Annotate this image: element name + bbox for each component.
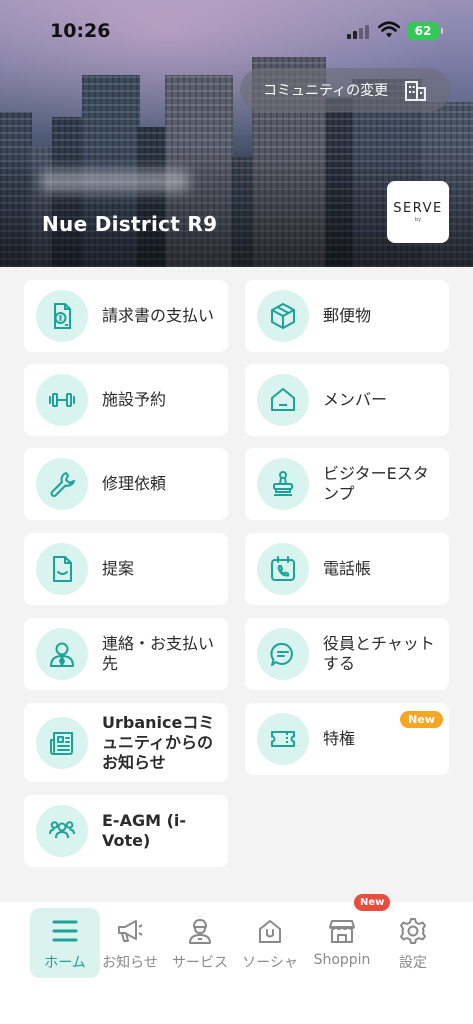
nav-label: Shoppin — [313, 952, 371, 968]
nav-announcements[interactable]: お知らせ — [95, 908, 165, 978]
nav-shopping[interactable]: Shoppin — [307, 908, 377, 978]
site-name: Nue District R9 — [42, 212, 218, 236]
menu-item-label: E-AGM (i-Vote) — [102, 811, 187, 850]
change-community-button[interactable]: コミュニティの変更 — [240, 68, 450, 112]
logo-text: SERVE — [393, 201, 443, 216]
nav-services[interactable]: サービス — [165, 908, 235, 978]
newspaper-icon — [36, 716, 88, 769]
logo-subtext: by — [414, 217, 422, 223]
menu-item-chat-officers[interactable]: 役員とチャットする — [245, 618, 449, 690]
megaphone-icon — [116, 916, 144, 946]
header-hero: 10:26 62 コミュニティの変更 Nue District R9 SERVE… — [0, 0, 473, 267]
menu-item-community-news[interactable]: Urbaniceコミュニティからのお知らせ — [24, 703, 228, 782]
serve-logo: SERVE by — [387, 181, 449, 243]
suggestion-icon — [36, 543, 88, 595]
nav-social[interactable]: ソーシャ — [235, 908, 305, 978]
menu-item-label: 施設予約 — [102, 390, 167, 409]
menu-item-bill-payment[interactable]: 請求書の支払い — [24, 280, 228, 352]
bill-icon — [36, 290, 88, 342]
menu-item-parcels[interactable]: 郵便物 — [245, 280, 449, 352]
menu-item-label: 特権 — [323, 729, 356, 748]
battery-indicator: 62 — [407, 22, 443, 40]
nav-label: ホーム — [44, 955, 86, 971]
menu-item-facility-booking[interactable]: 施設予約 — [24, 364, 228, 436]
cellular-signal-icon — [347, 25, 371, 39]
home-icon — [257, 374, 309, 426]
social-house-icon — [256, 916, 284, 946]
nav-label: サービス — [172, 955, 228, 971]
menu-item-label: 連絡・お支払い先 — [102, 634, 215, 673]
bottom-navigation: ホーム お知らせ サービス ソーシャ Shoppin New 設定 — [0, 894, 473, 1024]
nav-settings[interactable]: 設定 — [378, 908, 448, 978]
menu-item-label: メンバー — [323, 390, 388, 409]
nav-label: お知らせ — [102, 955, 158, 971]
change-community-label: コミュニティの変更 — [263, 83, 389, 99]
battery-level: 62 — [414, 24, 432, 38]
group-icon — [36, 805, 88, 857]
new-badge: New — [400, 711, 443, 728]
nav-home[interactable]: ホーム — [30, 908, 100, 978]
ticket-icon — [257, 713, 309, 765]
wifi-icon — [378, 21, 400, 38]
service-person-icon — [186, 916, 214, 946]
menu-item-members[interactable]: メンバー — [245, 364, 449, 436]
menu-item-label: 役員とチャットする — [323, 634, 435, 673]
menu-item-label: 電話帳 — [323, 559, 372, 578]
chat-icon — [257, 628, 309, 680]
menu-item-label: 請求書の支払い — [102, 306, 215, 325]
stamp-icon — [257, 458, 309, 510]
blurred-text — [40, 170, 190, 192]
parcel-icon — [257, 290, 309, 342]
menu-item-suggestion[interactable]: 提案 — [24, 533, 228, 605]
menu-item-label: 修理依頼 — [102, 474, 167, 493]
wrench-icon — [36, 458, 88, 510]
nav-label: 設定 — [399, 955, 427, 971]
phone-book-icon — [257, 543, 309, 595]
menu-item-privileges[interactable]: 特権 New — [245, 703, 449, 775]
menu-item-phone-book[interactable]: 電話帳 — [245, 533, 449, 605]
menu-item-contact-payment[interactable]: 連絡・お支払い先 — [24, 618, 228, 690]
menu-item-label: 提案 — [102, 559, 135, 578]
building-icon — [405, 81, 426, 101]
gear-icon — [399, 916, 427, 946]
contact-person-icon — [36, 628, 88, 680]
menu-icon — [51, 916, 79, 946]
shop-icon — [328, 916, 356, 946]
status-bar: 10:26 62 — [0, 0, 473, 60]
menu-item-label: ビジターEスタンプ — [323, 464, 429, 503]
menu-item-visitor-estamp[interactable]: ビジターEスタンプ — [245, 448, 449, 520]
menu-item-repair-request[interactable]: 修理依頼 — [24, 448, 228, 520]
menu-item-label: Urbaniceコミュニティからのお知らせ — [102, 712, 215, 772]
menu-item-label: 郵便物 — [323, 306, 372, 325]
status-time: 10:26 — [50, 20, 111, 42]
nav-label: ソーシャ — [242, 955, 298, 971]
dumbbell-icon — [36, 374, 88, 426]
menu-item-e-agm[interactable]: E-AGM (i-Vote) — [24, 795, 228, 867]
